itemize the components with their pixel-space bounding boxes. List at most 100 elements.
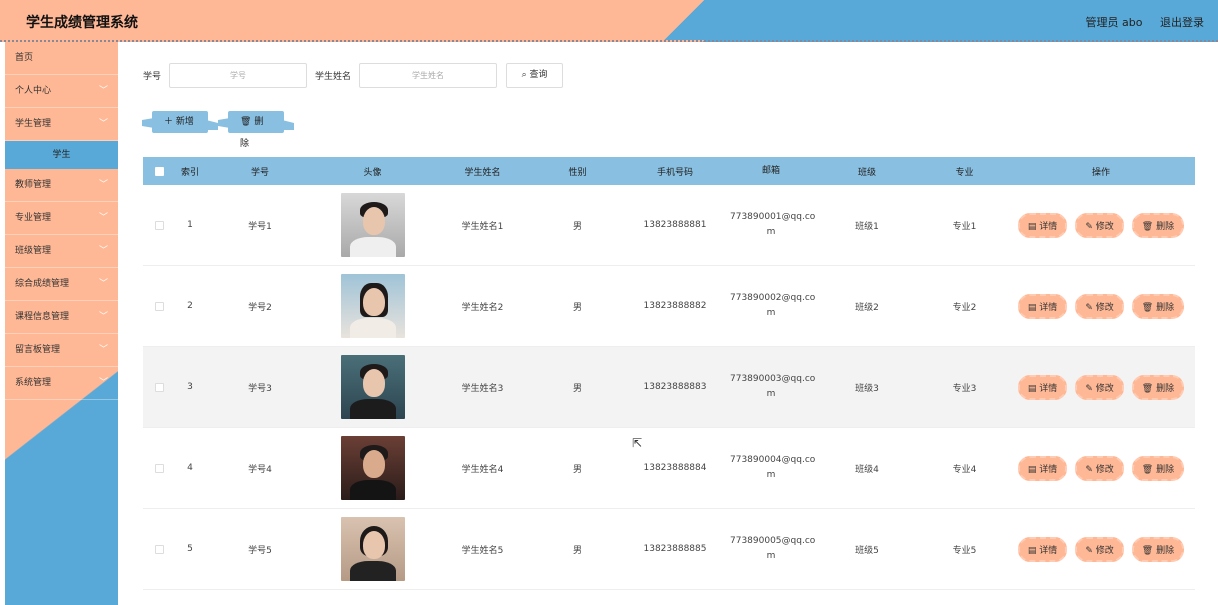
- sidebar-item-courses[interactable]: 课程信息管理 ﹀: [5, 301, 118, 334]
- edit-label: 修改: [1095, 302, 1114, 313]
- email-line: m: [766, 227, 776, 237]
- edit-button[interactable]: ✎ 修改: [1075, 374, 1124, 400]
- delete-button[interactable]: 🗑 删除: [1131, 212, 1185, 238]
- email-line: 773890005@qq.co: [730, 536, 816, 546]
- row-phone: 13823888885: [643, 544, 707, 554]
- row-email: 773890003@qq.co m: [730, 372, 815, 402]
- delete-button[interactable]: 🗑 删除: [1131, 455, 1185, 481]
- detail-button[interactable]: ▤ 详情: [1017, 455, 1068, 481]
- row-checkbox[interactable]: [143, 382, 175, 392]
- row-email: 773890001@qq.co m: [730, 210, 815, 240]
- row-sno: 学号2: [248, 302, 272, 313]
- delete-label: 删除: [1156, 383, 1175, 394]
- sidebar-item-label: 学生管理: [15, 119, 52, 129]
- detail-label: 详情: [1039, 383, 1058, 394]
- sidebar-subitem-student[interactable]: 学生: [5, 141, 118, 169]
- pencil-icon: ✎: [1085, 302, 1093, 313]
- table-row: 3 学号3 学生姓名3 男 13823888883 773890003@qq.c…: [143, 347, 1195, 428]
- chevron-down-icon: ﹀: [98, 279, 108, 289]
- chevron-down-icon: ﹀: [98, 312, 108, 322]
- row-checkbox[interactable]: [143, 544, 175, 554]
- sidebar-item-messages[interactable]: 留言板管理 ﹀: [5, 334, 118, 367]
- table-header: 索引 学号 头像 学生姓名 性别 手机号码 邮箱 班级 专业 操作: [143, 157, 1195, 185]
- row-checkbox[interactable]: [143, 463, 175, 473]
- row-checkbox[interactable]: [143, 301, 175, 311]
- batch-delete-button[interactable]: 🗑 删除: [228, 111, 284, 149]
- table-row: 5 学号5 学生姓名5 男 13823888885 773890005@qq.c…: [143, 509, 1195, 590]
- row-sex: 男: [572, 221, 582, 232]
- table-row: 1 学号1 学生姓名1 男 13823888881 773890001@qq.c…: [143, 185, 1195, 266]
- edit-button[interactable]: ✎ 修改: [1075, 212, 1124, 238]
- query-button[interactable]: ⌕ 查询: [506, 62, 564, 88]
- sidebar-item-system[interactable]: 系统管理 ﹀: [5, 367, 118, 400]
- row-sex: 男: [572, 302, 582, 313]
- detail-button[interactable]: ▤ 详情: [1017, 293, 1068, 319]
- edit-button[interactable]: ✎ 修改: [1075, 293, 1124, 319]
- detail-button[interactable]: ▤ 详情: [1017, 212, 1068, 238]
- user-area: 管理员 abo 退出登录: [1072, 14, 1204, 30]
- email-line: m: [766, 389, 776, 399]
- row-phone: 13823888881: [643, 220, 707, 230]
- edit-button[interactable]: ✎ 修改: [1075, 455, 1124, 481]
- row-index: 1: [187, 220, 193, 230]
- delete-button[interactable]: 🗑 删除: [1131, 374, 1185, 400]
- avatar: [315, 193, 430, 257]
- trash-icon: 🗑: [1141, 302, 1154, 313]
- email-line: 773890004@qq.co: [730, 455, 816, 465]
- select-all-checkbox[interactable]: [143, 166, 175, 176]
- trash-icon: 🗑: [1141, 383, 1154, 394]
- row-phone: 13823888883: [643, 382, 707, 392]
- delete-button[interactable]: 🗑 删除: [1131, 293, 1185, 319]
- admin-user-label[interactable]: 管理员 abo: [1086, 16, 1143, 29]
- sno-label: 学号: [143, 71, 162, 82]
- trash-icon: 🗑: [1141, 221, 1154, 232]
- logout-link[interactable]: 退出登录: [1160, 16, 1204, 29]
- chevron-down-icon: ﹀: [98, 345, 108, 355]
- chevron-down-icon: ﹀: [98, 180, 108, 190]
- sidebar-item-profile[interactable]: 个人中心 ﹀: [5, 75, 118, 108]
- sidebar-item-label: 综合成绩管理: [15, 279, 70, 289]
- email-line: m: [766, 470, 776, 480]
- row-actions: ▤ 详情 ✎ 修改 🗑 删除: [1007, 455, 1195, 481]
- detail-label: 详情: [1039, 221, 1058, 232]
- top-header: 学生成绩管理系统 管理员 abo 退出登录: [0, 0, 1218, 42]
- table-row: 2 学号2 学生姓名2 男 13823888882 773890002@qq.c…: [143, 266, 1195, 347]
- sidebar-item-teachers[interactable]: 教师管理 ﹀: [5, 169, 118, 202]
- detail-button[interactable]: ▤ 详情: [1017, 536, 1068, 562]
- col-header: 邮箱: [761, 165, 780, 176]
- chevron-down-icon: ﹀: [98, 213, 108, 223]
- table-row: 4 学号4 学生姓名4 男 13823888884 773890004@qq.c…: [143, 428, 1195, 509]
- document-icon: ▤: [1027, 545, 1037, 556]
- sno-input[interactable]: 学号: [169, 62, 308, 88]
- sidebar-item-students[interactable]: 学生管理 ﹀: [5, 108, 118, 141]
- sidebar-item-home[interactable]: 首页: [5, 42, 118, 75]
- chevron-down-icon: ﹀: [98, 119, 108, 129]
- edit-button[interactable]: ✎ 修改: [1075, 536, 1124, 562]
- sidebar-item-classes[interactable]: 班级管理 ﹀: [5, 235, 118, 268]
- col-header: 索引: [180, 167, 199, 178]
- row-phone: 13823888882: [643, 301, 707, 311]
- email-line: m: [766, 308, 776, 318]
- detail-label: 详情: [1039, 302, 1058, 313]
- document-icon: ▤: [1027, 221, 1037, 232]
- avatar: [315, 355, 430, 419]
- name-label: 学生姓名: [315, 71, 352, 82]
- avatar: [315, 436, 430, 500]
- add-button-label: 新增: [175, 117, 194, 127]
- row-email: 773890002@qq.co m: [730, 291, 815, 321]
- add-button[interactable]: ＋ 新增: [152, 111, 208, 133]
- main-content: 学号 学号 学生姓名 学生姓名 ⌕ 查询 ＋ 新增 🗑 删除 索引 学号 头像 …: [118, 44, 1218, 605]
- row-checkbox[interactable]: [143, 220, 175, 230]
- row-sno: 学号4: [248, 464, 272, 475]
- row-sex: 男: [572, 464, 582, 475]
- edit-label: 修改: [1095, 383, 1114, 394]
- detail-button[interactable]: ▤ 详情: [1017, 374, 1068, 400]
- sidebar: 首页 个人中心 ﹀ 学生管理 ﹀ 学生 教师管理 ﹀ 专业管理 ﹀ 班级管理 ﹀…: [5, 42, 118, 605]
- sidebar-item-majors[interactable]: 专业管理 ﹀: [5, 202, 118, 235]
- name-input[interactable]: 学生姓名: [359, 62, 498, 88]
- row-name: 学生姓名4: [461, 464, 504, 475]
- sidebar-item-grades[interactable]: 综合成绩管理 ﹀: [5, 268, 118, 301]
- delete-button[interactable]: 🗑 删除: [1131, 536, 1185, 562]
- row-index: 3: [187, 382, 193, 392]
- row-major: 专业5: [952, 545, 977, 556]
